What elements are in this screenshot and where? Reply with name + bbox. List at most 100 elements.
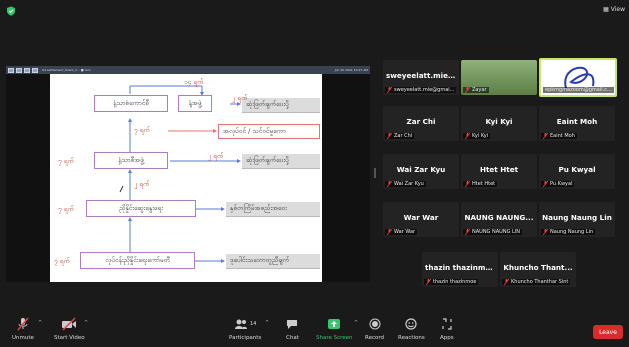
duration-label: ၁၄ ရက် [184, 78, 204, 86]
participant-name: sweyeelatt.mie... [386, 71, 457, 80]
slide-red-box: အလုပ်ဝင် / သင်ဝင်မှုကော [218, 124, 320, 139]
participants-button[interactable]: 14 Participants [229, 316, 261, 341]
participants-icon [234, 319, 247, 329]
participant-label: War War [385, 229, 418, 235]
slide-box: လုပ်ငန်းညှိနှိုင်းရေးကော်မတီ [80, 252, 195, 269]
leave-button[interactable]: Leave [593, 325, 623, 339]
participant-tile[interactable]: Kyi Kyi Kyi Kyi [461, 106, 537, 141]
participant-label: sweyeelatt.mie@gmai... [385, 87, 457, 93]
apps-icon [442, 318, 452, 330]
resize-handle[interactable] [374, 168, 376, 178]
participant-tile[interactable]: Eaint Moh Eaint Moh [539, 106, 615, 141]
slide-gray-box: နှစ်တကြိမ်အစည်းအဝေး [226, 202, 320, 217]
participant-tile[interactable]: Naung Naung Lin Naung Naung Lin [539, 202, 615, 237]
muted-mic-icon [387, 181, 392, 187]
participant-label: Htet Htet [463, 181, 498, 187]
participant-label: Eaint Moh [541, 133, 577, 139]
slide-gray-box: ဆုံးဖြတ်ချက်ပေးပို့ [242, 154, 320, 169]
chevron-up-icon[interactable]: ^ [38, 320, 42, 326]
participant-tile[interactable]: Zar Chi Zar Chi [383, 106, 459, 141]
participant-label: Kyi Kyi [463, 133, 491, 139]
participant-tile[interactable]: War War War War [383, 202, 459, 237]
muted-mic-icon [504, 279, 509, 285]
participant-tile[interactable]: thazin thazinmoe thazin thazinmoe [422, 252, 498, 287]
record-icon [369, 318, 380, 330]
participant-name: Zar Chi [406, 117, 436, 126]
muted-mic-icon [465, 229, 470, 235]
participant-name: Kyi Kyi [485, 117, 513, 126]
participant-label: epkmgmazoom@gmail.c... [543, 87, 614, 93]
toolbar-icon [8, 67, 14, 73]
toolbar-icon [32, 67, 38, 73]
participant-label: Pu Kwyal [541, 181, 575, 187]
toolbar-icon [24, 67, 30, 73]
participant-name: War War [403, 213, 439, 222]
view-button[interactable]: ▦ View [603, 6, 625, 13]
muted-mic-icon [465, 87, 470, 93]
slide-box: နံ့အဖွဲ့ [178, 95, 212, 112]
muted-mic-icon [465, 181, 470, 187]
participant-name: Naung Naung Lin [542, 213, 612, 222]
presentation-slide: နံ့သာစံကောင်စီ နံ့အဖွဲ့ နံ့သာစီအဖွဲ့ ညှိ… [50, 74, 322, 282]
participant-name: Pu Kwyal [558, 165, 596, 174]
participants-count: 14 [249, 321, 257, 327]
muted-mic-icon [426, 279, 431, 285]
reactions-button[interactable]: Reactions [398, 316, 425, 341]
participant-tile[interactable]: Wai Zar Kyu Wai Zar Kyu [383, 154, 459, 189]
start-video-button[interactable]: Start Video [54, 316, 85, 341]
duration-label: ၂ ရက် [208, 152, 224, 160]
participant-name: Khuncho Thant... [503, 263, 573, 272]
chevron-up-icon[interactable]: ^ [354, 320, 358, 326]
participant-name: thazin thazinmoe [425, 263, 496, 272]
duration-label: ၂ ရက် [134, 180, 150, 188]
participant-label: thazin thazinmoe [424, 279, 479, 285]
muted-mic-icon [543, 133, 548, 139]
muted-mic-icon [543, 181, 548, 187]
duration-label: ၇ ရက် [134, 126, 150, 134]
participant-label: Zayar [463, 87, 489, 93]
participant-label: Zar Chi [385, 133, 415, 139]
participant-tile[interactable]: Htet Htet Htet Htet [461, 154, 537, 189]
share-screen-icon [328, 319, 341, 329]
unmute-button[interactable]: Unmute [12, 316, 34, 341]
muted-mic-icon [387, 133, 392, 139]
participant-label: Wai Zar Kyu [385, 181, 426, 187]
slide-box: နံ့သာစီအဖွဲ့ [94, 152, 168, 169]
participant-tile[interactable]: Zayar [461, 60, 537, 95]
chevron-up-icon[interactable]: ^ [84, 320, 88, 326]
reactions-icon [405, 318, 417, 330]
grid-icon: ▦ [603, 6, 609, 13]
participant-tile[interactable]: Khuncho Thant... Khuncho Thanthar Sint [500, 252, 576, 287]
record-button[interactable]: Record [365, 316, 384, 341]
video-off-icon [62, 317, 77, 331]
duration-label: ၇ ရက် [54, 257, 70, 265]
slide-gray-box: ဒုပေါင်းသဘောတူညီချက် [226, 254, 320, 269]
security-shield-icon[interactable] [6, 6, 16, 16]
shared-window-title: U2 settlement_talent_d... ■ rem [42, 68, 91, 72]
duration-label: ၇ ရက် [58, 157, 74, 165]
active-speaker-tile[interactable]: epkmgmazoom@gmail.c... [539, 58, 617, 97]
participant-tile[interactable]: sweyeelatt.mie... sweyeelatt.mie@gmai... [383, 60, 459, 95]
participant-name: NAUNG NAUNG... [464, 213, 534, 222]
participant-name: Wai Zar Kyu [396, 165, 446, 174]
slide-box: နံ့သာစံကောင်စီ [94, 95, 168, 112]
shared-screen: U2 settlement_talent_d... ■ rem Jun 20 2… [6, 66, 370, 282]
meeting-toolbar: Unmute ^ Start Video ^ 14 Participants ^… [0, 312, 629, 347]
chevron-up-icon[interactable]: ^ [265, 320, 269, 326]
participant-label: Naung Naung Lin [541, 229, 596, 235]
shared-window-toolbar: U2 settlement_talent_d... ■ rem Jun 20 2… [6, 66, 370, 74]
duration-label: ၇ ရက် [58, 205, 74, 213]
participant-tile[interactable]: NAUNG NAUNG... NAUNG NAUNG LIN [461, 202, 537, 237]
participant-tile[interactable]: Pu Kwyal Pu Kwyal [539, 154, 615, 189]
share-screen-button[interactable]: Share Screen [316, 316, 353, 341]
participant-label: NAUNG NAUNG LIN [463, 229, 523, 235]
muted-mic-icon [465, 133, 470, 139]
duration-label: ၂ ရက် [232, 94, 248, 102]
muted-mic-icon [387, 87, 392, 93]
chat-button[interactable]: Chat [286, 316, 299, 341]
chat-icon [287, 320, 298, 329]
apps-button[interactable]: Apps [440, 316, 454, 341]
muted-mic-icon [17, 317, 29, 331]
participant-name: Htet Htet [479, 165, 519, 174]
participant-name: Eaint Moh [556, 117, 598, 126]
